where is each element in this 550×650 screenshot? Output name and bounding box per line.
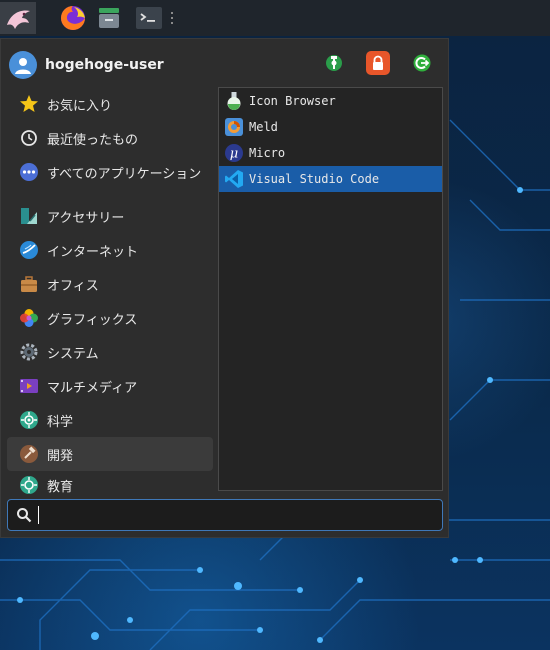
grip-icon <box>171 12 173 24</box>
eagle-logo-icon <box>7 10 30 30</box>
logout-button[interactable] <box>410 51 434 75</box>
category-science[interactable]: 科学 <box>7 403 213 437</box>
app-label: Visual Studio Code <box>249 172 380 186</box>
user-row: hogehoge-user <box>9 51 164 79</box>
category-favorites[interactable]: お気に入り <box>7 87 213 121</box>
category-label: 開発 <box>47 448 74 464</box>
category-all-applications[interactable]: すべてのアプリケーション <box>7 155 213 189</box>
category-recent[interactable]: 最近使ったもの <box>7 121 213 155</box>
star-icon <box>19 94 39 114</box>
meld-icon <box>223 116 245 138</box>
category-multimedia[interactable]: マルチメディア <box>7 369 213 403</box>
file-manager-icon <box>99 8 119 28</box>
app-item-micro[interactable]: μ Micro <box>219 140 442 166</box>
username: hogehoge-user <box>45 57 164 73</box>
settings-button[interactable] <box>322 51 346 75</box>
category-label: システム <box>47 346 99 362</box>
globe-icon <box>19 240 39 260</box>
hammer-icon <box>19 444 39 464</box>
search-input[interactable] <box>43 502 442 528</box>
file-manager-launcher[interactable] <box>92 2 126 34</box>
taskbar <box>0 0 550 36</box>
search-box[interactable] <box>7 499 443 531</box>
palette-icon <box>19 308 39 328</box>
app-label: Micro <box>249 146 286 160</box>
category-label: 科学 <box>47 414 74 430</box>
category-label: インターネット <box>47 244 139 260</box>
search-icon <box>16 507 36 523</box>
flask-icon <box>223 90 245 112</box>
category-accessories[interactable]: アクセサリー <box>7 199 213 233</box>
category-list: お気に入り 最近使ったもの すべてのアプリケーション アクセサリー インターネッ… <box>7 87 213 499</box>
multimedia-icon <box>19 376 39 396</box>
category-separator <box>7 189 213 199</box>
panel-separator-handle[interactable] <box>166 2 178 34</box>
education-icon <box>19 475 39 495</box>
terminal-launcher[interactable] <box>132 2 166 34</box>
firefox-launcher[interactable] <box>56 2 90 34</box>
app-label: Icon Browser <box>249 94 336 108</box>
application-list: Icon Browser Meld μ Micro Visual Studio … <box>218 87 443 491</box>
app-item-icon-browser[interactable]: Icon Browser <box>219 88 442 114</box>
category-label: お気に入り <box>47 98 113 114</box>
category-education[interactable]: 教育 <box>7 471 213 499</box>
application-menu: hogehoge-user お気に入り 最近使ったもの すべてのアプリケーション… <box>0 38 449 538</box>
category-system[interactable]: システム <box>7 335 213 369</box>
category-label: 教育 <box>47 479 74 495</box>
category-development[interactable]: 開発 <box>7 437 213 471</box>
category-office[interactable]: オフィス <box>7 267 213 301</box>
whisker-menu-button[interactable] <box>0 2 36 34</box>
logout-icon <box>413 54 431 72</box>
gear-icon <box>19 342 39 362</box>
app-item-visual-studio-code[interactable]: Visual Studio Code <box>219 166 442 192</box>
category-label: 最近使ったもの <box>47 132 139 148</box>
settings-icon <box>326 55 342 71</box>
accessories-icon <box>19 206 39 226</box>
category-label: オフィス <box>47 278 99 294</box>
lock-icon <box>373 55 383 70</box>
firefox-icon <box>61 6 85 30</box>
category-label: マルチメディア <box>47 380 138 396</box>
svg-text:μ: μ <box>230 147 238 162</box>
terminal-icon <box>136 7 162 29</box>
vscode-icon <box>223 168 245 190</box>
science-icon <box>19 410 39 430</box>
category-internet[interactable]: インターネット <box>7 233 213 267</box>
category-graphics[interactable]: グラフィックス <box>7 301 213 335</box>
app-label: Meld <box>249 120 278 134</box>
micro-icon: μ <box>223 142 245 164</box>
app-item-meld[interactable]: Meld <box>219 114 442 140</box>
briefcase-icon <box>19 274 39 294</box>
more-dots-icon <box>19 162 39 182</box>
category-label: アクセサリー <box>47 210 125 226</box>
lock-screen-button[interactable] <box>366 51 390 75</box>
category-label: すべてのアプリケーション <box>47 166 202 182</box>
text-cursor <box>38 506 39 524</box>
user-icon <box>15 58 31 74</box>
category-label: グラフィックス <box>47 312 138 328</box>
avatar <box>9 51 37 79</box>
clock-icon <box>19 128 39 148</box>
